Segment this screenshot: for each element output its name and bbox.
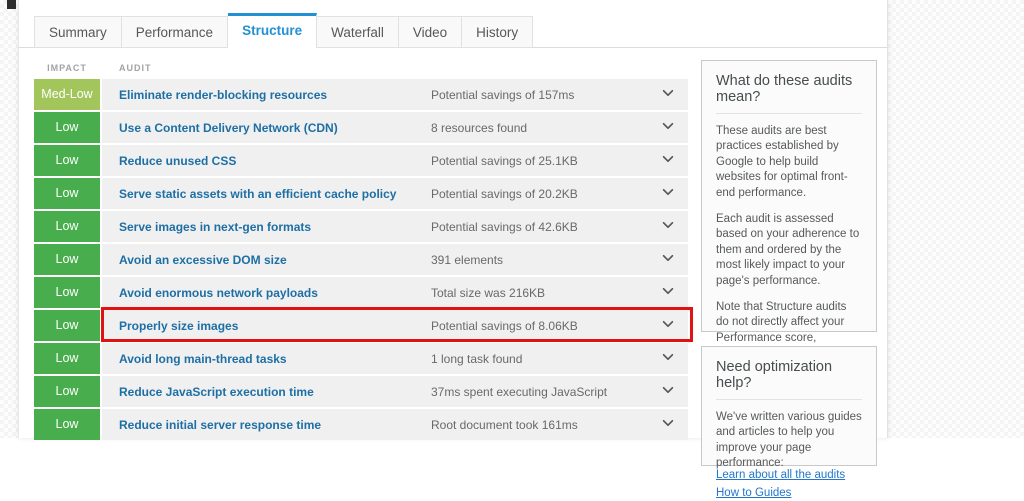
audit-detail: 8 resources found — [431, 121, 527, 135]
background-page-fragment — [7, 0, 16, 9]
table-row: Low Avoid an excessive DOM size 391 elem… — [34, 244, 688, 275]
audit-row-expander[interactable]: Reduce unused CSS Potential savings of 2… — [102, 145, 688, 176]
impact-badge: Low — [34, 211, 100, 242]
chevron-down-icon — [661, 218, 675, 235]
audit-detail: Potential savings of 25.1KB — [431, 154, 578, 168]
audit-title-link[interactable]: Reduce initial server response time — [102, 418, 431, 432]
chevron-down-icon — [661, 416, 675, 433]
chevron-down-icon — [661, 317, 675, 334]
tab-performance[interactable]: Performance — [122, 16, 228, 48]
expand-button[interactable] — [655, 316, 688, 335]
audit-detail: Potential savings of 42.6KB — [431, 220, 578, 234]
expand-button[interactable] — [655, 250, 688, 269]
column-header-audit: AUDIT — [119, 63, 152, 73]
audit-title-link[interactable]: Avoid enormous network payloads — [102, 286, 431, 300]
audit-detail: Potential savings of 20.2KB — [431, 187, 578, 201]
chevron-down-icon — [661, 383, 675, 400]
audit-row-expander[interactable]: Properly size images Potential savings o… — [102, 310, 688, 341]
audit-title-link[interactable]: Properly size images — [102, 319, 431, 333]
chevron-down-icon — [661, 185, 675, 202]
chevron-down-icon — [661, 86, 675, 103]
audit-detail: Total size was 216KB — [431, 286, 545, 300]
audit-detail: 391 elements — [431, 253, 503, 267]
chevron-down-icon — [661, 284, 675, 301]
expand-button[interactable] — [655, 151, 688, 170]
table-row: Low Serve images in next-gen formats Pot… — [34, 211, 688, 242]
audit-title-link[interactable]: Use a Content Delivery Network (CDN) — [102, 121, 431, 135]
audit-row-expander[interactable]: Reduce JavaScript execution time 37ms sp… — [102, 376, 688, 407]
expand-button[interactable] — [655, 415, 688, 434]
impact-badge: Low — [34, 178, 100, 209]
expand-button[interactable] — [655, 118, 688, 137]
impact-badge: Low — [34, 145, 100, 176]
report-page: Summary Performance Structure Waterfall … — [18, 0, 888, 438]
tab-waterfall[interactable]: Waterfall — [317, 16, 399, 48]
table-row: Low Avoid long main-thread tasks 1 long … — [34, 343, 688, 374]
audit-detail: Root document took 161ms — [431, 418, 578, 432]
audit-title-link[interactable]: Avoid long main-thread tasks — [102, 352, 431, 366]
table-row: Low Use a Content Delivery Network (CDN)… — [34, 112, 688, 143]
report-tabs: Summary Performance Structure Waterfall … — [34, 13, 533, 48]
audit-row-expander[interactable]: Reduce initial server response time Root… — [102, 409, 688, 440]
chevron-down-icon — [661, 152, 675, 169]
table-row: Low Serve static assets with an efficien… — [34, 178, 688, 209]
audit-row-expander[interactable]: Avoid long main-thread tasks 1 long task… — [102, 343, 688, 374]
chevron-down-icon — [661, 350, 675, 367]
impact-badge: Low — [34, 409, 100, 440]
panel-divider — [716, 113, 862, 114]
table-row-highlighted: Low Properly size images Potential savin… — [34, 310, 688, 341]
audit-row-expander[interactable]: Use a Content Delivery Network (CDN) 8 r… — [102, 112, 688, 143]
audits-info-panel: What do these audits mean? These audits … — [701, 60, 877, 332]
panel-title: What do these audits mean? — [716, 73, 862, 105]
chevron-down-icon — [661, 119, 675, 136]
audit-title-link[interactable]: Avoid an excessive DOM size — [102, 253, 431, 267]
table-row: Low Reduce unused CSS Potential savings … — [34, 145, 688, 176]
tab-video[interactable]: Video — [399, 16, 462, 48]
impact-badge: Low — [34, 277, 100, 308]
expand-button[interactable] — [655, 349, 688, 368]
tab-history[interactable]: History — [462, 16, 533, 48]
audit-detail: Potential savings of 8.06KB — [431, 319, 578, 333]
audit-title-link[interactable]: Serve images in next-gen formats — [102, 220, 431, 234]
expand-button[interactable] — [655, 283, 688, 302]
table-row: Low Reduce JavaScript execution time 37m… — [34, 376, 688, 407]
expand-button[interactable] — [655, 217, 688, 236]
impact-badge: Low — [34, 244, 100, 275]
audit-detail: Potential savings of 157ms — [431, 88, 574, 102]
audit-title-link[interactable]: Serve static assets with an efficient ca… — [102, 187, 431, 201]
audit-row-expander[interactable]: Serve images in next-gen formats Potenti… — [102, 211, 688, 242]
impact-badge: Med-Low — [34, 79, 100, 110]
expand-button[interactable] — [655, 184, 688, 203]
tab-summary[interactable]: Summary — [34, 16, 122, 48]
audit-row-expander[interactable]: Avoid enormous network payloads Total si… — [102, 277, 688, 308]
panel-paragraph: Each audit is assessed based on your adh… — [716, 212, 862, 289]
audit-row-expander[interactable]: Serve static assets with an efficient ca… — [102, 178, 688, 209]
chevron-down-icon — [661, 251, 675, 268]
audit-table: Med-Low Eliminate render-blocking resour… — [34, 79, 688, 442]
panel-paragraph: These audits are best practices establis… — [716, 124, 862, 201]
optimization-help-panel: Need optimization help? We've written va… — [701, 346, 877, 466]
expand-button[interactable] — [655, 382, 688, 401]
expand-button[interactable] — [655, 85, 688, 104]
table-row: Low Reduce initial server response time … — [34, 409, 688, 440]
column-header-impact: IMPACT — [34, 63, 100, 73]
panel-title: Need optimization help? — [716, 359, 862, 391]
impact-badge: Low — [34, 112, 100, 143]
audit-row-expander[interactable]: Eliminate render-blocking resources Pote… — [102, 79, 688, 110]
table-row: Med-Low Eliminate render-blocking resour… — [34, 79, 688, 110]
impact-badge: Low — [34, 343, 100, 374]
impact-badge: Low — [34, 376, 100, 407]
impact-badge: Low — [34, 310, 100, 341]
how-to-guides-link[interactable]: How to Guides — [716, 487, 791, 499]
audit-detail: 1 long task found — [431, 352, 522, 366]
audit-title-link[interactable]: Reduce JavaScript execution time — [102, 385, 431, 399]
audit-row-expander[interactable]: Avoid an excessive DOM size 391 elements — [102, 244, 688, 275]
audit-title-link[interactable]: Reduce unused CSS — [102, 154, 431, 168]
table-row: Low Avoid enormous network payloads Tota… — [34, 277, 688, 308]
audit-detail: 37ms spent executing JavaScript — [431, 385, 607, 399]
panel-divider — [716, 399, 862, 400]
tab-structure[interactable]: Structure — [228, 13, 317, 48]
panel-paragraph: We've written various guides and article… — [716, 410, 862, 472]
audit-title-link[interactable]: Eliminate render-blocking resources — [102, 88, 431, 102]
